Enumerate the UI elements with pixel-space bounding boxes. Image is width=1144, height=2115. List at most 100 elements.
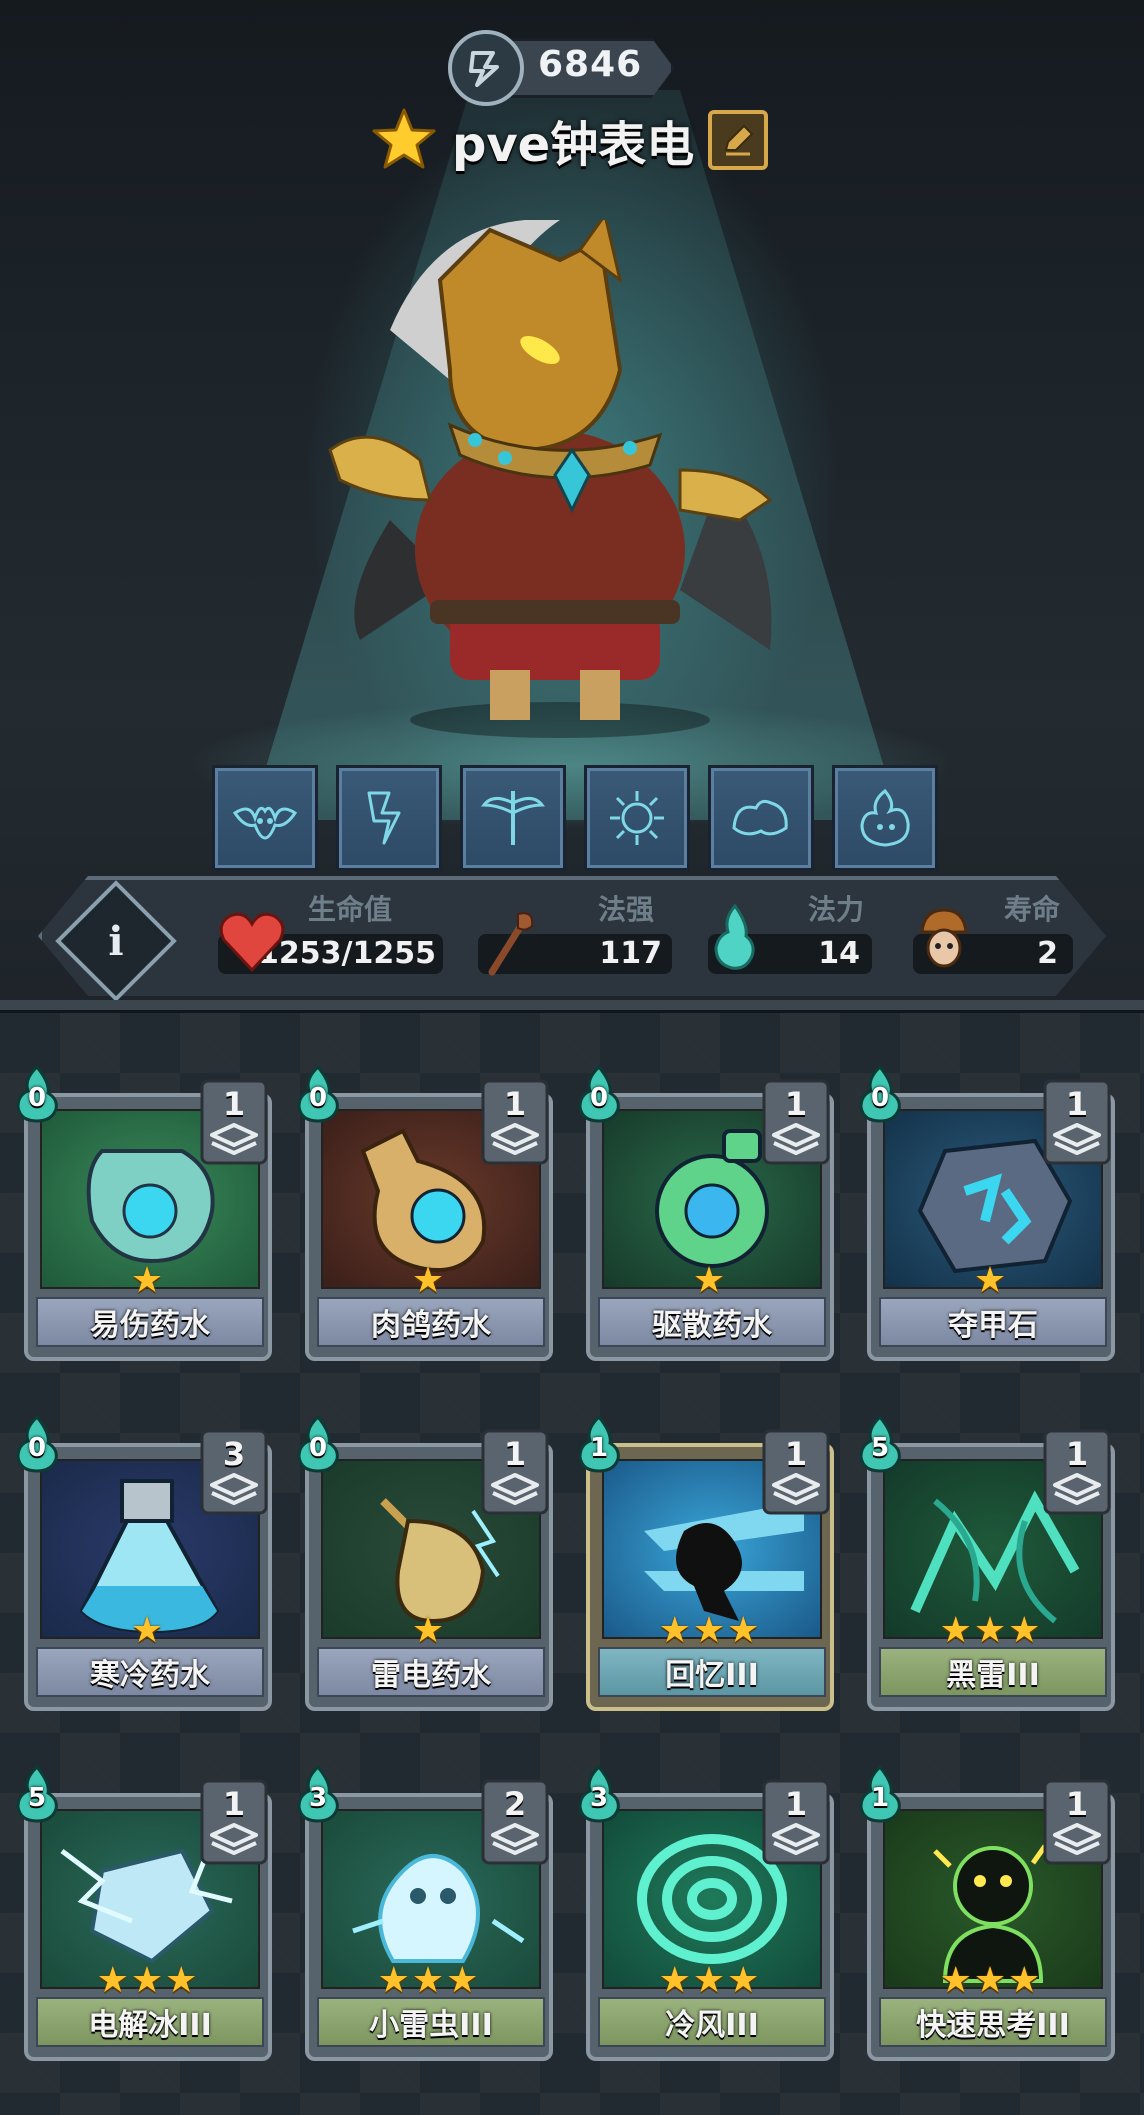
card-black-thunder[interactable]: ★★★ 黑雷III 5 1 xyxy=(857,1415,1115,1715)
hero-character-portrait[interactable] xyxy=(300,220,820,740)
section-divider xyxy=(0,1000,1144,1013)
card-star-rating: ★★★ xyxy=(96,1960,200,2001)
heart-icon xyxy=(219,912,285,973)
muscle-arm-icon xyxy=(732,799,788,836)
card-name-label: 冷风III xyxy=(598,1997,826,2047)
card-count-value: 1 xyxy=(503,1085,527,1123)
rune-slot-4[interactable] xyxy=(584,765,690,871)
card-count-value: 1 xyxy=(784,1785,808,1823)
card-cost-value: 0 xyxy=(27,1083,47,1113)
rune-slot-6[interactable] xyxy=(832,765,938,871)
card-recall[interactable]: ★★★ 回忆III 1 1 xyxy=(576,1415,834,1715)
card-count-value: 1 xyxy=(222,1785,246,1823)
card-cost-value: 5 xyxy=(870,1433,890,1463)
flame-beast-icon xyxy=(860,788,910,847)
magic-staff-icon xyxy=(488,912,534,976)
card-roguelike-potion[interactable]: ★ 肉鸽药水 0 1 xyxy=(295,1065,553,1365)
card-star-rating: ★★★ xyxy=(377,1960,481,2001)
card-cost-value: 0 xyxy=(870,1083,890,1113)
card-star-rating: ★ xyxy=(973,1260,1009,1301)
lightning-crack-icon xyxy=(367,791,401,845)
card-count-badge: 1 xyxy=(481,1429,549,1515)
rune-slot-2[interactable] xyxy=(336,765,442,871)
card-name-label: 黑雷III xyxy=(879,1647,1107,1697)
card-thunder-potion[interactable]: ★ 雷电药水 0 1 xyxy=(295,1415,553,1715)
card-star-rating: ★★★ xyxy=(939,1960,1043,2001)
bat-demon-icon xyxy=(232,806,298,840)
card-count-value: 1 xyxy=(222,1085,246,1123)
hero-name-row: pve钟表电 xyxy=(370,105,769,175)
card-star-rating: ★ xyxy=(692,1260,728,1301)
card-name-label: 雷电药水 xyxy=(317,1647,545,1697)
card-cold-wind[interactable]: ★★★ 冷风III 3 1 xyxy=(576,1765,834,2065)
card-electro-ice[interactable]: ★★★ 电解冰III 5 1 xyxy=(14,1765,272,2065)
card-mana-cost: 0 xyxy=(857,1065,903,1123)
card-cost-value: 5 xyxy=(27,1783,47,1813)
card-name-label: 快速思考III xyxy=(879,1997,1107,2047)
card-deck: ★ 易伤药水 0 1 ★ 肉鸽药水 0 1 ★ 驱散药水 0 1 ★ 夺甲石 0 1 ★ 寒冷药水 0 3 ★ 雷电药水 0… xyxy=(0,1013,1144,2115)
card-name: 快速思考III xyxy=(916,2008,1070,2043)
card-cost-value: 1 xyxy=(589,1433,609,1463)
card-count-badge: 1 xyxy=(762,1079,830,1165)
card-name: 易伤药水 xyxy=(90,1308,210,1343)
card-star-rating: ★★★ xyxy=(939,1610,1043,1651)
card-star-rating: ★ xyxy=(411,1610,447,1651)
card-count-badge: 1 xyxy=(762,1429,830,1515)
card-mana-cost: 5 xyxy=(14,1765,60,1823)
edit-name-button[interactable] xyxy=(708,110,769,170)
rune-slot-5[interactable] xyxy=(708,765,814,871)
card-mana-cost: 1 xyxy=(857,1765,903,1823)
card-quick-think[interactable]: ★★★ 快速思考III 1 1 xyxy=(857,1765,1115,2065)
stat-mana: 法力 14 xyxy=(668,876,888,996)
card-star-rating: ★ xyxy=(411,1260,447,1301)
card-count-value: 2 xyxy=(503,1785,527,1823)
card-count-badge: 1 xyxy=(1043,1779,1111,1865)
card-cost-value: 0 xyxy=(308,1083,328,1113)
card-cost-value: 1 xyxy=(870,1783,890,1813)
orb-burst-icon xyxy=(610,791,664,845)
star-icon xyxy=(372,108,436,169)
card-name: 电解冰III xyxy=(88,2008,212,2043)
card-vulnerable-potion[interactable]: ★ 易伤药水 0 1 xyxy=(14,1065,272,1365)
mushroom-head-icon xyxy=(920,908,968,968)
rune-slot-1[interactable] xyxy=(212,765,318,871)
card-thunder-bug[interactable]: ★★★ 小雷虫III 3 2 xyxy=(295,1765,553,2065)
hero-name: pve钟表电 xyxy=(452,117,695,173)
card-cold-potion[interactable]: ★ 寒冷药水 0 3 xyxy=(14,1415,272,1715)
rune-slots xyxy=(212,765,938,871)
card-count-value: 1 xyxy=(1065,1085,1089,1123)
card-name-label: 肉鸽药水 xyxy=(317,1297,545,1347)
stat-mana-label: 法力 xyxy=(808,893,865,926)
card-name: 黑雷III xyxy=(946,1658,1040,1693)
card-name-label: 驱散药水 xyxy=(598,1297,826,1347)
card-name: 冷风III xyxy=(665,2008,759,2043)
combat-power-value: 6846 xyxy=(538,44,643,85)
stat-lifespan: 寿命 2 xyxy=(878,876,1078,996)
stat-lifespan-label: 寿命 xyxy=(1004,893,1061,926)
card-cost-value: 0 xyxy=(308,1433,328,1463)
mana-flame-icon xyxy=(714,903,755,970)
stat-hp-label: 生命值 xyxy=(308,893,393,926)
card-count-badge: 1 xyxy=(1043,1429,1111,1515)
rune-slot-3[interactable] xyxy=(460,765,566,871)
card-count-badge: 3 xyxy=(200,1429,268,1515)
card-mana-cost: 0 xyxy=(14,1065,60,1123)
card-mana-cost: 0 xyxy=(295,1065,341,1123)
card-cost-value: 0 xyxy=(27,1433,47,1463)
card-mana-cost: 0 xyxy=(14,1415,60,1473)
power-emblem-icon xyxy=(448,30,524,106)
card-armor-steal-stone[interactable]: ★ 夺甲石 0 1 xyxy=(857,1065,1115,1365)
card-name-label: 夺甲石 xyxy=(879,1297,1107,1347)
card-count-value: 1 xyxy=(784,1435,808,1473)
stat-spell-power-label: 法强 xyxy=(598,893,655,926)
hero-stats-bar: i 生命值 1253/1255 法强 117 法力 14 寿命 2 xyxy=(38,876,1106,1002)
card-mana-cost: 0 xyxy=(576,1065,622,1123)
card-cost-value: 0 xyxy=(589,1083,609,1113)
card-dispel-potion[interactable]: ★ 驱散药水 0 1 xyxy=(576,1065,834,1365)
card-name: 肉鸽药水 xyxy=(371,1308,491,1343)
card-name-label: 电解冰III xyxy=(36,1997,264,2047)
card-name: 小雷虫III xyxy=(369,2008,493,2043)
card-name: 寒冷药水 xyxy=(90,1658,210,1693)
card-name-label: 寒冷药水 xyxy=(36,1647,264,1697)
card-mana-cost: 1 xyxy=(576,1415,622,1473)
